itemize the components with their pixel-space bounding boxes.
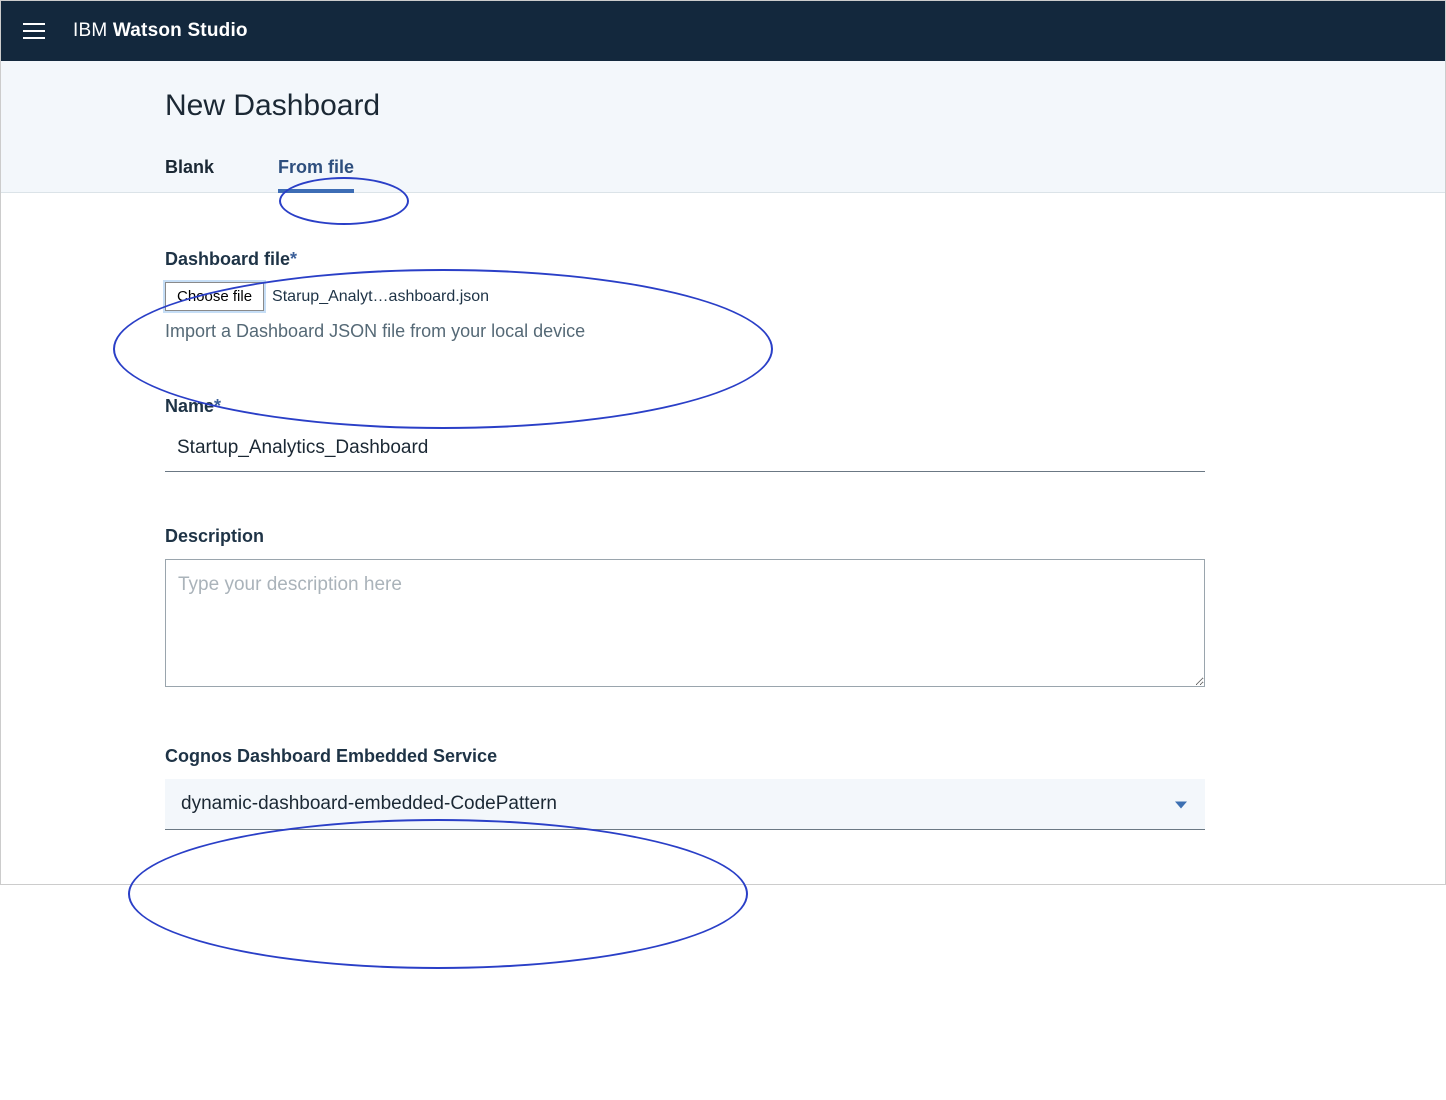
brand-name: Watson Studio	[113, 20, 248, 41]
name-label: Name*	[165, 396, 1205, 417]
dashboard-file-field: Dashboard file* Choose file Starup_Analy…	[165, 249, 1205, 342]
cognos-service-label: Cognos Dashboard Embedded Service	[165, 746, 1205, 767]
dashboard-file-label: Dashboard file*	[165, 249, 1205, 270]
hamburger-menu-icon[interactable]	[23, 23, 45, 39]
dashboard-file-hint: Import a Dashboard JSON file from your l…	[165, 321, 1205, 342]
tab-blank[interactable]: Blank	[165, 157, 214, 192]
brand-prefix: IBM	[73, 20, 113, 41]
chevron-down-icon	[1175, 801, 1187, 808]
description-field: Description	[165, 526, 1205, 692]
page-title: New Dashboard	[165, 89, 1445, 123]
cognos-service-value: dynamic-dashboard-embedded-CodePattern	[181, 793, 557, 815]
form-content: Dashboard file* Choose file Starup_Analy…	[165, 193, 1205, 830]
brand-title: IBM Watson Studio	[73, 20, 248, 42]
required-mark: *	[290, 249, 297, 269]
required-mark: *	[214, 396, 221, 416]
description-label: Description	[165, 526, 1205, 547]
cognos-service-field: Cognos Dashboard Embedded Service dynami…	[165, 746, 1205, 830]
name-input[interactable]	[165, 429, 1205, 472]
tab-from-file[interactable]: From file	[278, 157, 354, 192]
top-nav-bar: IBM Watson Studio	[1, 1, 1445, 61]
annotation-ellipse	[128, 819, 748, 969]
subheader: New Dashboard Blank From file	[1, 61, 1445, 193]
description-textarea[interactable]	[165, 559, 1205, 687]
cognos-service-select[interactable]: dynamic-dashboard-embedded-CodePattern	[165, 779, 1205, 830]
choose-file-button[interactable]: Choose file	[165, 282, 264, 311]
name-field: Name*	[165, 396, 1205, 472]
selected-file-name: Starup_Analyt…ashboard.json	[272, 288, 489, 306]
tabs: Blank From file	[165, 157, 1445, 192]
